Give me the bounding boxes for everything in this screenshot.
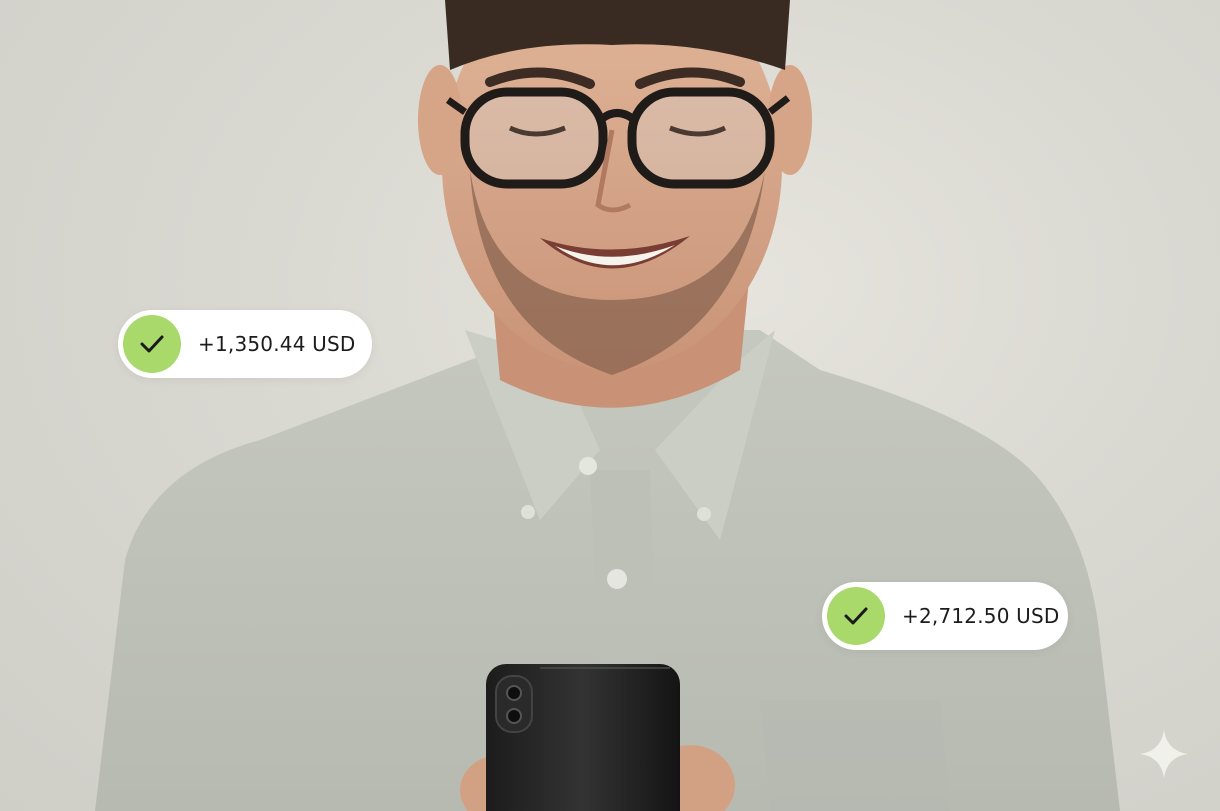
- sparkle-icon: [1140, 730, 1188, 778]
- man-with-phone-photo: [95, 0, 1120, 811]
- check-icon: [827, 587, 885, 645]
- smartphone: [486, 664, 680, 811]
- payment-received-badge: +2,712.50 USD: [822, 582, 1068, 650]
- payment-amount: +2,712.50 USD: [902, 604, 1060, 628]
- payment-received-badge: +1,350.44 USD: [118, 310, 372, 378]
- check-icon: [123, 315, 181, 373]
- payment-amount: +1,350.44 USD: [198, 332, 356, 356]
- hero-scene: +1,350.44 USD +2,712.50 USD: [0, 0, 1220, 811]
